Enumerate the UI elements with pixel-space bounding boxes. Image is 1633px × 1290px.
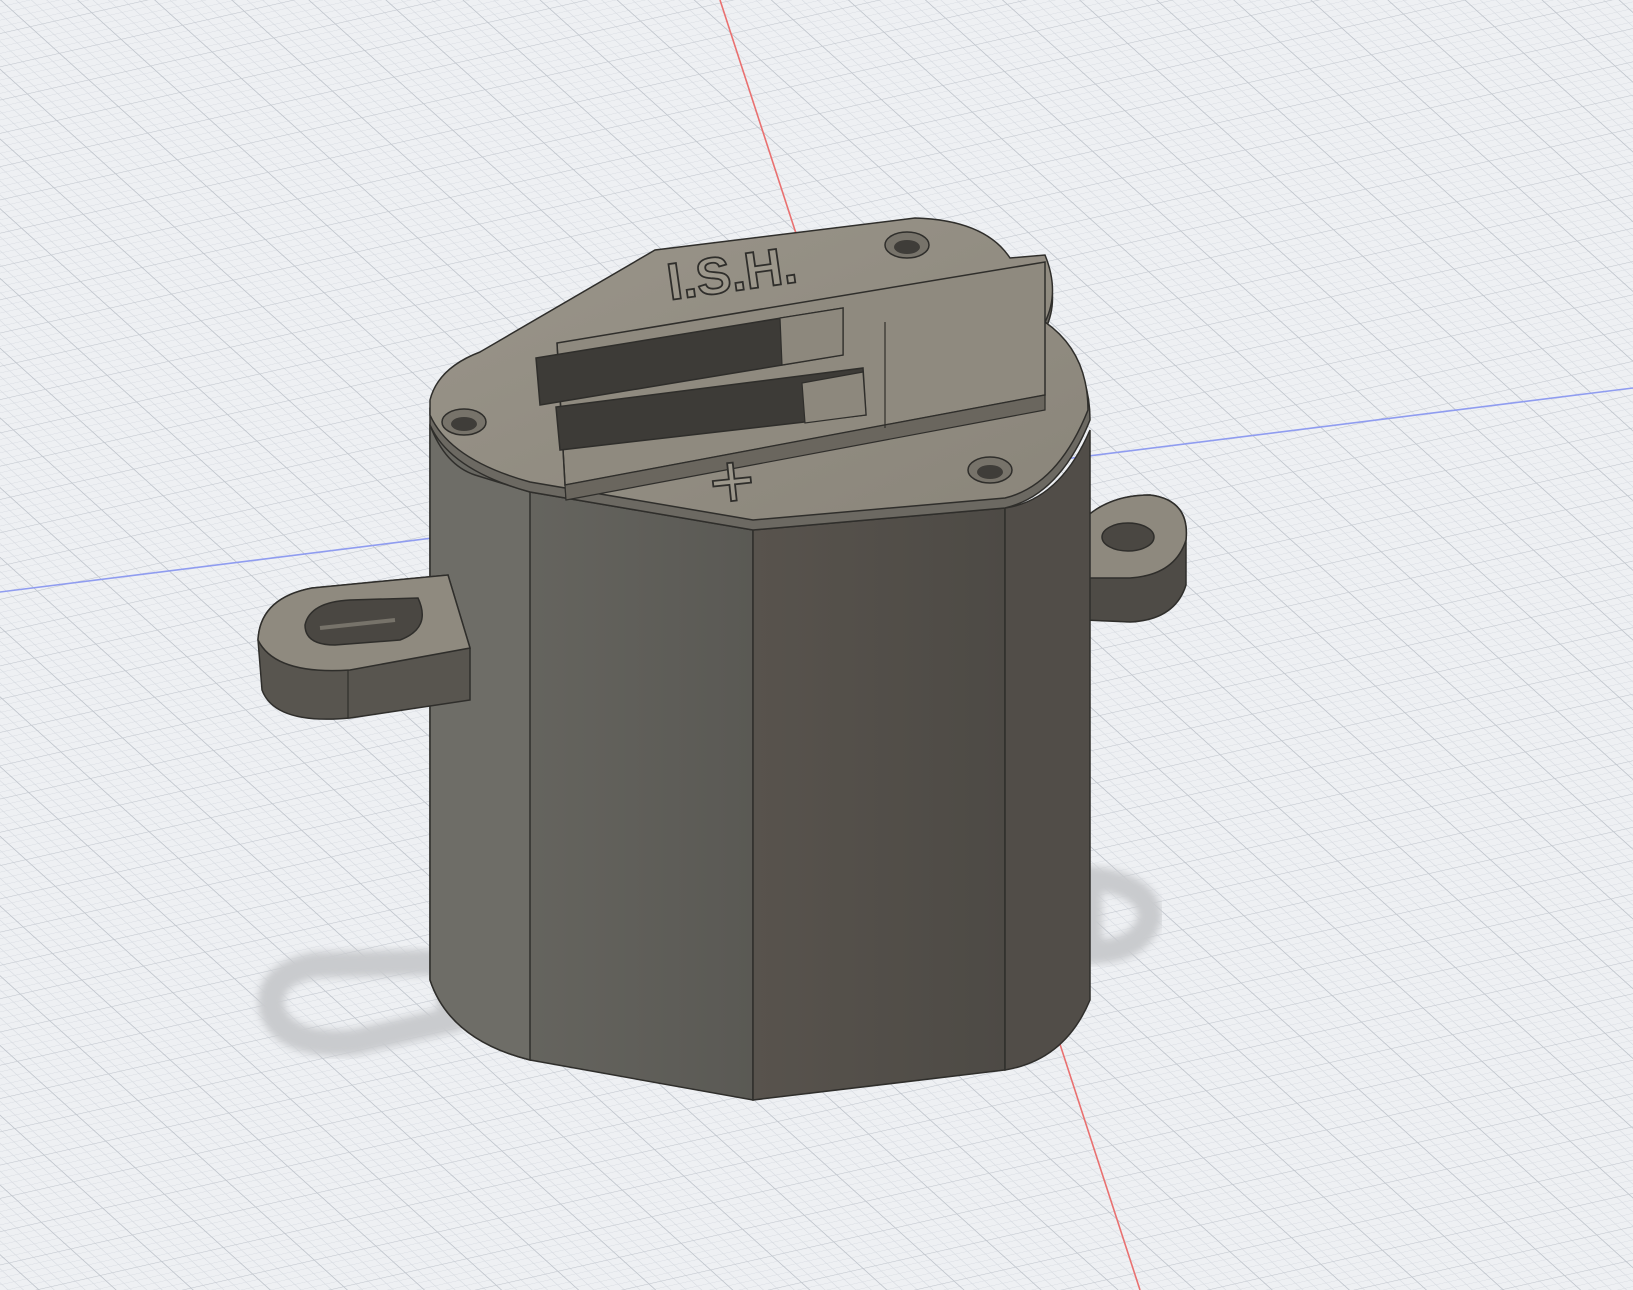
- polarity-plus-symbol: +: [705, 435, 760, 527]
- screw-hole-back[interactable]: [884, 231, 930, 259]
- screw-hole-right[interactable]: [967, 456, 1013, 484]
- mounting-tab-left[interactable]: [257, 574, 471, 720]
- screw-hole-left[interactable]: [441, 408, 487, 436]
- body-right-strip: [1004, 429, 1091, 1071]
- 3d-viewport-canvas[interactable]: I.S.H. +: [0, 0, 1633, 1290]
- mounting-tab-right[interactable]: [1084, 494, 1188, 623]
- body-left-strip: [429, 424, 531, 1061]
- scene-svg: I.S.H. +: [0, 0, 1633, 1290]
- body-right-face: [752, 507, 1006, 1101]
